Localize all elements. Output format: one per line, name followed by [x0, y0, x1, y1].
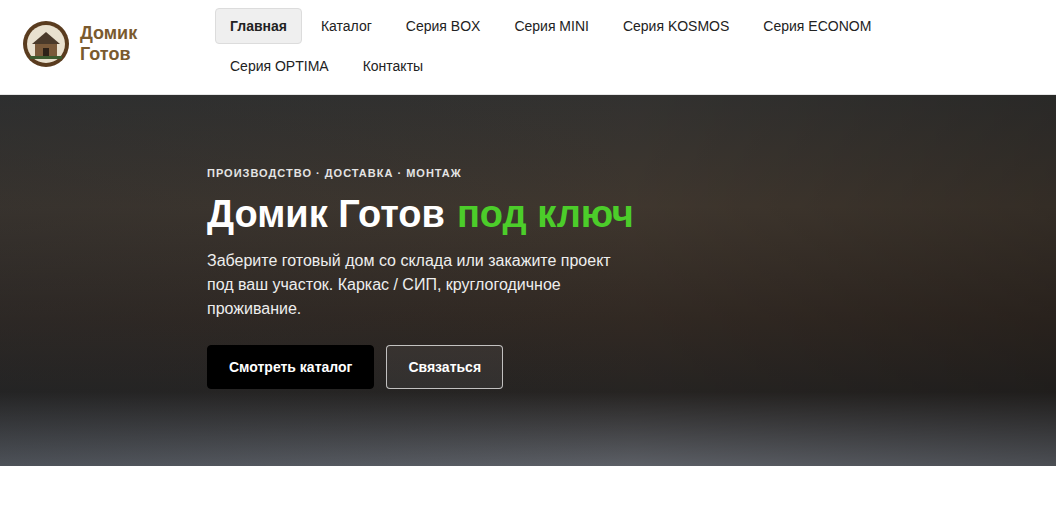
catalog-button[interactable]: Смотреть каталог — [207, 345, 374, 389]
brand[interactable]: ДомикГотов — [0, 8, 215, 68]
page: ДомикГотов ГлавнаяКаталогСерия BOXСерия M… — [0, 0, 1056, 526]
logo-icon — [22, 20, 70, 68]
main-nav: ГлавнаяКаталогСерия BOXСерия MINIСерия K… — [215, 8, 975, 84]
nav-item[interactable]: Серия ECONOM — [748, 8, 886, 44]
hero-buttons: Смотреть каталог Связаться — [207, 345, 1056, 389]
nav-item[interactable]: Серия MINI — [499, 8, 604, 44]
hero-eyebrow: ПРОИЗВОДСТВО · ДОСТАВКА · МОНТАЖ — [207, 167, 1056, 179]
nav-item[interactable]: Серия OPTIMA — [215, 48, 344, 84]
hero-title-accent: под ключ — [457, 193, 634, 235]
brand-line: Готов — [80, 44, 137, 65]
nav-item[interactable]: Контакты — [348, 48, 438, 84]
nav-item[interactable]: Каталог — [306, 8, 387, 44]
brand-line: Домик — [80, 23, 137, 44]
header: ДомикГотов ГлавнаяКаталогСерия BOXСерия M… — [0, 0, 1056, 95]
nav-item[interactable]: Серия KOSMOS — [608, 8, 744, 44]
hero: ПРОИЗВОДСТВО · ДОСТАВКА · МОНТАЖ Домик Го… — [0, 95, 1056, 466]
brand-name[interactable]: ДомикГотов — [80, 23, 137, 65]
contact-button[interactable]: Связаться — [386, 345, 503, 389]
nav-item[interactable]: Главная — [215, 8, 302, 44]
hero-text: Заберите готовый дом со склада или закаж… — [207, 249, 637, 321]
nav-item[interactable]: Серия BOX — [391, 8, 496, 44]
hero-title: Домик Готовпод ключ — [207, 191, 1056, 237]
